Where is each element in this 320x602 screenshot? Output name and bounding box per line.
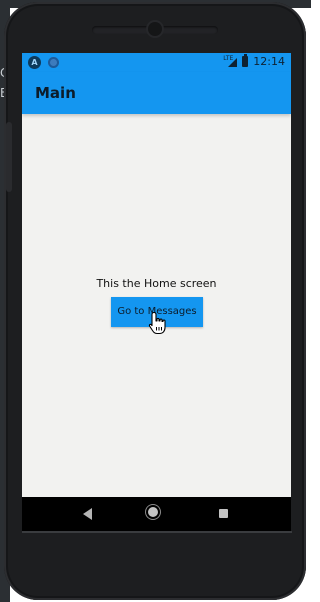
device-screen: A LTE 12:14 Main This the Home screen Go… [22,53,291,531]
phone-camera [148,22,162,36]
app-a-icon: A [28,56,41,69]
home-content: This the Home screen Go to Messages [22,114,291,497]
lte-signal-icon: LTE [223,55,238,67]
home-message: This the Home screen [96,277,217,290]
back-icon[interactable] [83,508,92,520]
battery-icon [242,54,249,67]
hand-pointer-cursor-icon [148,311,166,335]
status-bar: A LTE 12:14 [22,53,291,72]
recent-apps-icon[interactable] [219,509,228,518]
home-icon[interactable] [148,507,158,517]
status-time: 12:14 [253,55,285,68]
app-toolbar: Main [22,72,291,114]
android-nav-bar [22,497,291,531]
circle-notification-icon [48,57,59,68]
phone-chin-divider [22,531,292,533]
toolbar-title: Main [35,84,76,102]
phone-side-button [6,122,12,192]
